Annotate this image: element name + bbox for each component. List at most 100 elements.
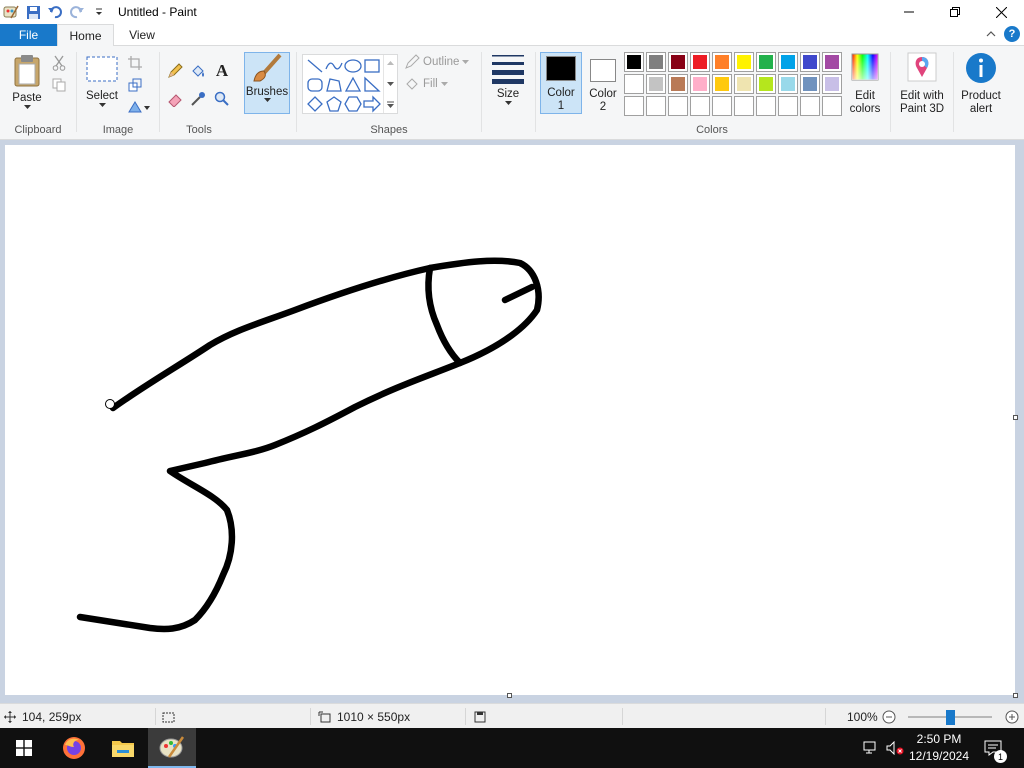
palette-color-swatch[interactable] [800,52,820,72]
palette-color-swatch[interactable] [822,74,842,94]
cut-icon[interactable] [50,54,68,72]
help-icon[interactable]: ? [1004,26,1020,42]
size-icon [492,55,524,84]
outline-dropdown-icon [462,59,470,64]
resize-handle-bottom[interactable] [507,693,512,698]
start-button[interactable] [0,728,48,768]
system-clock[interactable]: 2:50 PM 12/19/2024 [906,731,972,765]
zoom-slider-thumb[interactable] [945,710,955,725]
rectangle-shape-icon[interactable] [363,57,381,75]
triangle-shape-icon[interactable] [344,76,362,94]
resize-handle-right[interactable] [1013,415,1018,420]
paste-dropdown-icon[interactable] [23,105,31,110]
text-tool-icon[interactable]: A [213,61,231,80]
oval-shape-icon[interactable] [344,57,362,75]
paint-app-icon[interactable] [0,0,22,24]
tab-home[interactable]: Home [57,24,114,47]
copy-icon[interactable] [50,76,68,94]
brushes-dropdown-icon[interactable] [263,98,271,103]
undo-icon[interactable] [44,0,66,24]
collapse-ribbon-icon[interactable] [986,30,996,38]
polygon-shape-icon[interactable] [325,76,343,94]
size-dropdown-icon[interactable] [504,101,512,106]
folder-icon [112,741,134,757]
brushes-button[interactable]: Brushes [244,52,290,114]
clock-date: 12/19/2024 [908,749,970,763]
fill-label: Fill [423,78,438,90]
edit-colors-button[interactable]: Edit colors [846,52,884,116]
palette-color-swatch[interactable] [800,74,820,94]
rounded-rectangle-shape-icon[interactable] [306,76,324,94]
shapes-scroll[interactable] [383,55,397,113]
chevron-down-icon[interactable] [387,82,394,87]
zoom-level-text: 100% [847,709,878,724]
canvas-size: 1010 × 550px [318,704,410,729]
palette-color-swatch[interactable] [822,96,842,116]
magnifier-icon[interactable] [213,90,231,108]
close-button[interactable] [978,0,1024,24]
edit-colors-label-1: Edit [855,90,875,102]
hexagon-shape-icon[interactable] [344,95,362,113]
customize-toolbar-icon[interactable] [88,0,110,24]
maximize-button[interactable] [932,0,978,24]
action-center-button[interactable]: 1 [980,728,1007,768]
pentagon-shape-icon[interactable] [325,95,343,113]
drawing-canvas[interactable] [5,145,1015,695]
fill-icon[interactable] [189,62,207,80]
fill-dropdown-icon [440,81,448,86]
volume-muted-icon[interactable] [884,728,906,768]
expand-gallery-icon[interactable] [387,101,394,108]
windows-logo-icon [16,740,32,756]
zoom-out-button[interactable] [882,704,896,729]
product-alert-button[interactable]: Product alert [956,52,1006,116]
chevron-up-icon[interactable] [387,61,394,66]
save-icon[interactable] [22,0,44,24]
canvas-size-icon [318,711,331,722]
palette-color-swatch[interactable] [800,96,820,116]
color-picker-icon[interactable] [189,90,207,108]
color2-label: Color [589,88,617,100]
edit-with-paint3d-button[interactable]: Edit with Paint 3D [895,52,949,116]
taskbar-file-explorer[interactable] [99,728,147,768]
resize-icon[interactable] [126,76,144,94]
diamond-shape-icon[interactable] [306,95,324,113]
zoom-in-button[interactable] [1005,704,1019,729]
outline-button[interactable]: Outline [404,54,470,70]
curve-shape-icon[interactable] [325,57,343,75]
fill-shape-icon [406,78,418,90]
palette-color-swatch[interactable] [822,52,842,72]
crop-icon[interactable] [126,54,144,72]
edit-colors-icon [851,53,879,81]
size-button[interactable]: Size [486,52,530,106]
color1-button[interactable]: Color 1 [540,52,582,114]
line-shape-icon[interactable] [306,57,324,75]
rotate-icon[interactable] [126,98,152,116]
paste-button[interactable]: Paste [6,54,48,110]
select-label: Select [86,90,118,102]
select-button[interactable]: Select [83,56,121,108]
ribbon-tabs: File Home View ? [0,24,1024,47]
swatch-fill [803,99,817,113]
pencil-icon[interactable] [166,62,184,80]
paint3d-label-2: Paint 3D [899,103,945,115]
arrow-shape-icon[interactable] [363,95,381,113]
redo-icon[interactable] [66,0,88,24]
color2-button[interactable]: Color 2 [584,52,622,114]
tab-file[interactable]: File [0,24,57,46]
network-icon[interactable] [860,728,882,768]
tab-view[interactable]: View [117,24,167,46]
taskbar-paint[interactable] [148,728,196,768]
eraser-icon[interactable] [166,90,184,108]
fill-button[interactable]: Fill [404,76,448,92]
taskbar-firefox[interactable] [50,728,98,768]
zoom-out-icon [882,710,896,723]
select-dropdown-icon[interactable] [98,103,106,108]
canvas-size-text: 1010 × 550px [337,709,411,724]
minimize-button[interactable] [886,0,932,24]
zoom-in-icon [1005,710,1019,723]
window-controls [886,0,1024,24]
right-triangle-shape-icon[interactable] [363,76,381,94]
resize-handle-corner[interactable] [1013,693,1018,698]
fingernail-stroke [425,264,464,367]
outline-label: Outline [423,56,460,68]
